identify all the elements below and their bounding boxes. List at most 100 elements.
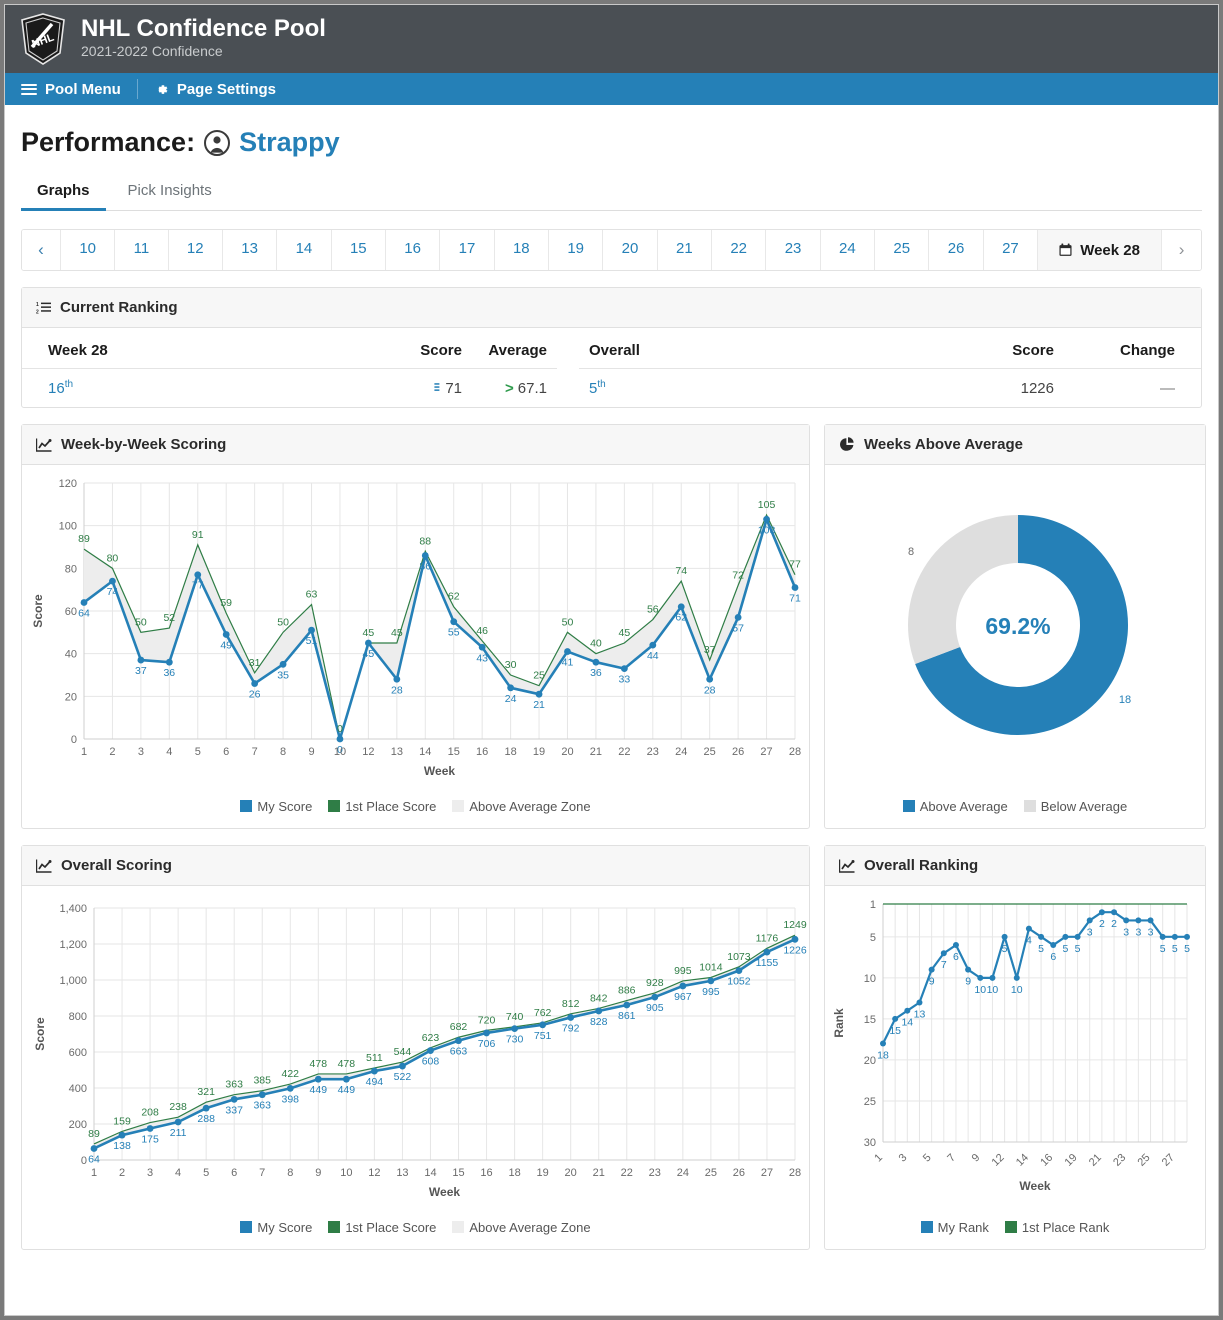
week-tab-14[interactable]: 14 (277, 230, 332, 270)
page-title-prefix: Performance: (21, 127, 196, 157)
week-tab-26[interactable]: 26 (929, 230, 984, 270)
svg-text:828: 828 (590, 1016, 608, 1028)
overall-scoring-svg: 02004006008001,0001,2001,400648913815917… (33, 903, 807, 1199)
svg-text:363: 363 (225, 1079, 243, 1091)
svg-text:1014: 1014 (699, 961, 723, 973)
svg-text:19: 19 (533, 746, 545, 758)
svg-text:26: 26 (732, 746, 744, 758)
svg-text:4: 4 (1026, 935, 1032, 947)
svg-text:9: 9 (970, 1152, 983, 1165)
svg-text:19: 19 (1063, 1152, 1080, 1169)
week-tab-15[interactable]: 15 (331, 230, 386, 270)
week-tab-12[interactable]: 12 (168, 230, 223, 270)
week-tab-16[interactable]: 16 (385, 230, 441, 270)
week-tab-10[interactable]: 10 (61, 230, 116, 270)
hamburger-icon (21, 83, 37, 95)
weeks-above-average-header: Weeks Above Average (825, 425, 1205, 465)
svg-text:663: 663 (450, 1046, 468, 1058)
page-settings-label: Page Settings (176, 80, 277, 98)
svg-text:20: 20 (65, 691, 77, 703)
col-spacer (557, 328, 579, 369)
change-cell: — (1064, 368, 1201, 407)
user-name-link[interactable]: Strappy (239, 127, 340, 158)
tab-graphs[interactable]: Graphs (21, 173, 106, 211)
week-tab-19[interactable]: 19 (548, 230, 604, 270)
svg-text:3: 3 (1087, 926, 1093, 938)
svg-text:1226: 1226 (783, 944, 807, 956)
svg-text:5: 5 (203, 1167, 209, 1179)
line-chart-icon (36, 438, 52, 452)
svg-text:Score: Score (33, 1017, 47, 1051)
svg-text:36: 36 (590, 667, 602, 679)
weeks-above-average-title: Weeks Above Average (864, 436, 1023, 453)
svg-text:30: 30 (864, 1137, 876, 1149)
pool-menu-button[interactable]: Pool Menu (21, 81, 121, 98)
week-tab-11[interactable]: 11 (115, 230, 169, 270)
week-tab-13[interactable]: 13 (222, 230, 278, 270)
svg-text:62: 62 (448, 591, 460, 603)
svg-text:21: 21 (590, 746, 602, 758)
svg-text:3: 3 (897, 1152, 910, 1165)
week-score-cell: 71 (377, 368, 472, 407)
masthead: NHL NHL Confidence Pool 2021-2022 Confid… (5, 5, 1218, 73)
svg-text:0: 0 (81, 1155, 87, 1167)
week-tab-24[interactable]: 24 (820, 230, 876, 270)
svg-text:3: 3 (1148, 926, 1154, 938)
svg-text:Week: Week (429, 1185, 460, 1199)
svg-text:3: 3 (138, 746, 144, 758)
svg-text:120: 120 (59, 478, 77, 490)
week-tab-23[interactable]: 23 (766, 230, 821, 270)
svg-text:12: 12 (362, 746, 374, 758)
week-tab-active[interactable]: Week 28 (1038, 230, 1163, 270)
week-tab-25[interactable]: 25 (875, 230, 930, 270)
svg-text:28: 28 (789, 746, 801, 758)
svg-text:27: 27 (761, 1167, 773, 1179)
week-tab-27[interactable]: 27 (983, 230, 1039, 270)
svg-text:55: 55 (448, 627, 460, 639)
svg-text:35: 35 (277, 669, 289, 681)
svg-text:37: 37 (704, 644, 716, 656)
pager-prev-button[interactable]: ‹ (22, 230, 61, 270)
svg-text:27: 27 (1160, 1152, 1177, 1169)
svg-text:36: 36 (163, 667, 175, 679)
svg-text:57: 57 (732, 622, 744, 634)
week-scoring-chart: 0 20 40 60 80 100 120 64 89 74 80 37 50 36 52 77 91 49 59 2… (22, 465, 809, 828)
svg-text:63: 63 (306, 589, 318, 601)
week-tab-18[interactable]: 18 (494, 230, 549, 270)
svg-text:544: 544 (394, 1046, 412, 1058)
week-rank-value[interactable]: 16 (48, 380, 65, 397)
app-title: NHL Confidence Pool (81, 14, 326, 42)
week-tab-20[interactable]: 20 (603, 230, 658, 270)
svg-text:69.2%: 69.2% (985, 613, 1050, 639)
svg-text:41: 41 (562, 657, 574, 669)
svg-text:905: 905 (646, 1002, 664, 1014)
week-tab-22[interactable]: 22 (712, 230, 767, 270)
calendar-icon (1059, 243, 1072, 256)
svg-text:16: 16 (476, 746, 488, 758)
page-settings-button[interactable]: Page Settings (154, 81, 276, 98)
svg-text:28: 28 (704, 684, 716, 696)
overall-ranking-card: Overall Ranking 1 5 10 15 20 25 30 18 15 14 13 9 7 6 9… (824, 845, 1206, 1250)
tab-bar: Graphs Pick Insights (21, 172, 1202, 211)
pager-next-button[interactable]: › (1162, 230, 1201, 270)
week-score-value: 71 (445, 379, 462, 397)
svg-text:2: 2 (1099, 918, 1105, 930)
svg-text:740: 740 (506, 1011, 524, 1023)
legend-my-score: My Score (240, 799, 312, 814)
col-change: Change (1119, 342, 1175, 359)
week-tab-17[interactable]: 17 (440, 230, 495, 270)
tab-pick-insights[interactable]: Pick Insights (112, 173, 228, 211)
svg-text:105: 105 (758, 499, 776, 511)
week-tab-21[interactable]: 21 (657, 230, 713, 270)
legend-first-place-rank: 1st Place Rank (1004, 1220, 1109, 1235)
svg-text:89: 89 (88, 1128, 100, 1140)
svg-text:861: 861 (618, 1010, 636, 1022)
svg-text:16: 16 (1038, 1152, 1055, 1169)
svg-text:30: 30 (505, 659, 517, 671)
svg-text:19: 19 (537, 1167, 549, 1179)
gear-icon (158, 84, 168, 94)
svg-text:175: 175 (141, 1134, 159, 1146)
col-overall: Overall (589, 342, 640, 359)
svg-text:26: 26 (733, 1167, 745, 1179)
week-scoring-card: Week-by-Week Scoring 0 20 40 60 80 100 120 64 89… (21, 424, 810, 829)
